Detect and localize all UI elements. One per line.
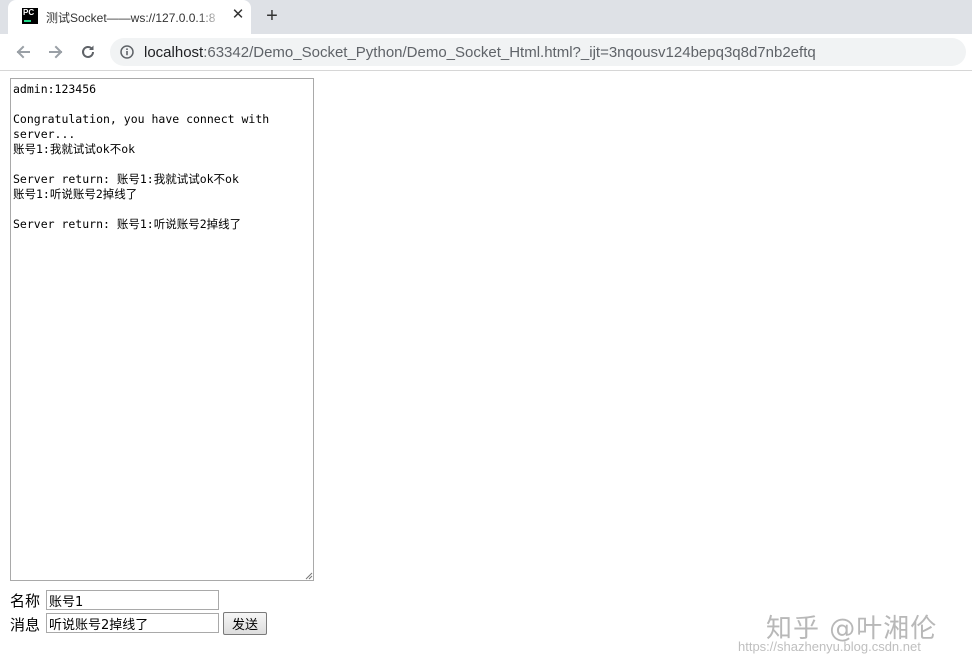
browser-toolbar: localhost:63342/Demo_Socket_Python/Demo_… [0, 34, 972, 71]
url-path: :63342/Demo_Socket_Python/Demo_Socket_Ht… [203, 44, 816, 61]
reload-icon[interactable] [76, 40, 100, 64]
close-icon[interactable]: ✕ [230, 7, 246, 23]
plus-icon[interactable]: + [262, 6, 282, 26]
resize-grip-icon[interactable] [305, 572, 313, 580]
send-button[interactable]: 发送 [223, 612, 267, 635]
message-label: 消息 [10, 617, 41, 634]
message-input[interactable] [46, 613, 219, 633]
info-icon[interactable] [120, 45, 134, 59]
chat-log-textarea[interactable]: admin:123456 Congratulation, you have co… [10, 78, 314, 581]
watermark-url: https://shazhenyu.blog.csdn.net [738, 639, 921, 654]
tab-title: 测试Socket——ws://127.0.0.1:8 [46, 11, 216, 25]
favicon-text: PC [23, 8, 35, 17]
name-input[interactable] [46, 590, 219, 610]
name-label: 名称 [10, 593, 41, 610]
page-content: admin:123456 Congratulation, you have co… [0, 71, 972, 665]
url-host: localhost [144, 44, 204, 61]
arrow-forward-icon[interactable] [44, 40, 68, 64]
pycharm-favicon-icon: PC [22, 8, 38, 24]
arrow-back-icon[interactable] [11, 40, 35, 64]
url-text[interactable]: localhost:63342/Demo_Socket_Python/Demo_… [144, 44, 816, 61]
tab-strip: PC 测试Socket——ws://127.0.0.1:8 ✕ + [0, 0, 972, 34]
address-bar[interactable]: localhost:63342/Demo_Socket_Python/Demo_… [110, 38, 966, 66]
browser-tab[interactable]: PC 测试Socket——ws://127.0.0.1:8 ✕ [8, 0, 251, 34]
